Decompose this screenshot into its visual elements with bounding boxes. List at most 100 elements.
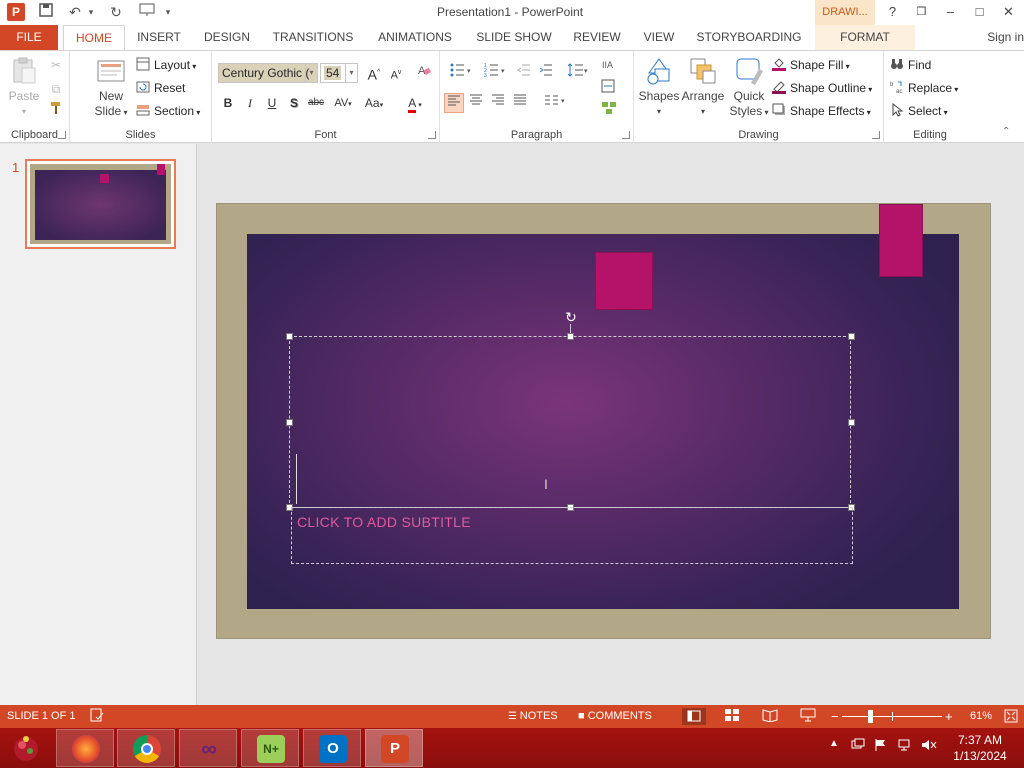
align-left-icon[interactable] <box>444 93 464 113</box>
line-spacing-icon[interactable]: ▾ <box>564 63 592 83</box>
tab-review[interactable]: REVIEW <box>568 25 626 50</box>
arrange-button[interactable]: Arrange ▾ <box>680 55 726 119</box>
sign-in-link[interactable]: Sign in <box>987 25 1024 50</box>
tab-insert[interactable]: INSERT <box>130 25 188 50</box>
tab-slide-show[interactable]: SLIDE SHOW <box>472 25 556 50</box>
shape-outline-button[interactable]: Shape Outline ▾ <box>772 78 872 98</box>
powerpoint-app-icon[interactable]: P <box>7 3 25 21</box>
tab-storyboarding[interactable]: STORYBOARDING <box>694 25 804 50</box>
numbering-icon[interactable]: 1 2 3 ▾ <box>480 63 510 83</box>
subtitle-placeholder[interactable]: CLICK TO ADD SUBTITLE <box>291 507 853 564</box>
shape-fill-button[interactable]: Shape Fill ▾ <box>772 55 850 75</box>
show-hidden-icons-icon[interactable]: ▲ <box>829 738 839 749</box>
replace-button[interactable]: b ac Replace ▾ <box>890 78 958 98</box>
zoom-out-button[interactable]: − <box>831 705 839 728</box>
reading-view-icon[interactable] <box>762 705 778 728</box>
decorative-square-corner[interactable] <box>879 204 923 277</box>
copy-icon[interactable]: ⧉ <box>46 79 66 99</box>
tab-format[interactable]: FORMAT <box>815 25 915 50</box>
shape-effects-button[interactable]: Shape Effects ▾ <box>772 101 871 121</box>
bullets-icon[interactable]: ▾ <box>446 63 476 83</box>
change-case-button[interactable]: Aa▾ <box>360 93 388 113</box>
resize-handle-ne[interactable] <box>848 333 855 340</box>
align-text-icon[interactable] <box>598 79 626 99</box>
tab-view[interactable]: VIEW <box>636 25 682 50</box>
new-slide-button[interactable]: New Slide ▾ <box>90 55 132 120</box>
clear-formatting-icon[interactable]: A <box>414 63 434 83</box>
taskbar-powerpoint[interactable]: P <box>365 729 423 767</box>
collapse-ribbon-icon[interactable]: ⌃ <box>1002 126 1014 138</box>
taskbar-chrome[interactable] <box>117 729 175 767</box>
paste-button[interactable]: Paste ▾ <box>4 55 44 119</box>
zoom-slider-thumb[interactable] <box>868 710 873 723</box>
tab-animations[interactable]: ANIMATIONS <box>370 25 460 50</box>
title-placeholder[interactable] <box>289 336 851 508</box>
undo-dropdown-icon[interactable]: ▾ <box>86 3 96 21</box>
italic-button[interactable]: I <box>240 93 260 113</box>
volume-muted-icon[interactable] <box>921 738 937 755</box>
increase-indent-icon[interactable] <box>536 63 556 83</box>
customize-qat-icon[interactable]: ▾ <box>162 3 174 21</box>
quick-styles-button[interactable]: Quick Styles ▾ <box>726 55 772 120</box>
underline-button[interactable]: U <box>262 93 282 113</box>
network-monitor-icon[interactable] <box>851 738 865 755</box>
shadow-button[interactable]: S <box>284 93 304 113</box>
slide-canvas[interactable]: ↻ I CLICK TO ADD SUBTITLE <box>216 203 991 639</box>
smartart-convert-icon[interactable] <box>598 101 626 121</box>
bold-button[interactable]: B <box>218 93 238 113</box>
save-icon[interactable] <box>36 3 56 21</box>
minimize-button[interactable]: – <box>936 0 965 25</box>
zoom-in-button[interactable]: + <box>945 705 953 728</box>
slideshow-view-icon[interactable] <box>800 705 816 728</box>
columns-icon[interactable]: ▾ <box>540 93 570 113</box>
clipboard-launcher-icon[interactable] <box>58 131 66 139</box>
taskbar-clock[interactable]: 7:37 AM 1/13/2024 <box>948 732 1012 764</box>
resize-handle-nw[interactable] <box>286 333 293 340</box>
font-color-button[interactable]: A ▾ <box>402 93 428 113</box>
tab-file[interactable]: FILE <box>0 25 58 50</box>
network-icon[interactable] <box>898 738 912 755</box>
align-right-icon[interactable] <box>488 93 508 113</box>
reset-button[interactable]: Reset <box>136 78 185 98</box>
shapes-button[interactable]: Shapes ▾ <box>638 55 680 119</box>
layout-button[interactable]: Layout ▾ <box>136 55 196 75</box>
increase-font-size-icon[interactable]: A^ <box>364 63 384 83</box>
resize-handle-e[interactable] <box>848 419 855 426</box>
section-button[interactable]: Section ▾ <box>136 101 200 121</box>
spell-check-icon[interactable] <box>90 705 104 728</box>
start-slideshow-icon[interactable] <box>136 3 158 21</box>
slide-sorter-view-icon[interactable] <box>724 705 740 728</box>
resize-handle-n[interactable] <box>567 333 574 340</box>
close-button[interactable]: ✕ <box>994 0 1023 25</box>
font-size-combo[interactable]: 54 ▾ <box>320 63 358 83</box>
paragraph-launcher-icon[interactable] <box>622 131 630 139</box>
redo-icon[interactable]: ↻ <box>106 3 126 21</box>
find-button[interactable]: Find <box>890 55 931 75</box>
font-name-combo[interactable]: Century Gothic ( ▾ <box>218 63 318 83</box>
taskbar-visual-studio[interactable]: ∞ <box>179 729 237 767</box>
normal-view-button[interactable] <box>682 708 706 725</box>
comments-button[interactable]: ■ COMMENTS <box>578 705 652 728</box>
tab-home[interactable]: HOME <box>63 25 125 51</box>
cut-icon[interactable]: ✂ <box>46 55 66 75</box>
character-spacing-button[interactable]: AV▾ <box>330 93 356 113</box>
action-center-flag-icon[interactable] <box>874 738 888 755</box>
decorative-square-center[interactable] <box>595 252 653 310</box>
select-button[interactable]: Select ▾ <box>890 101 948 121</box>
drawing-launcher-icon[interactable] <box>872 131 880 139</box>
decrease-font-size-icon[interactable]: Av <box>386 63 406 83</box>
font-launcher-icon[interactable] <box>428 131 436 139</box>
maximize-button[interactable]: □ <box>965 0 994 25</box>
taskbar-notepad-plus[interactable]: N+ <box>241 729 299 767</box>
align-center-icon[interactable] <box>466 93 486 113</box>
taskbar-outlook[interactable]: O <box>303 729 361 767</box>
ribbon-display-options-button[interactable]: ❒ <box>907 0 936 25</box>
decrease-indent-icon[interactable] <box>514 63 534 83</box>
resize-handle-w[interactable] <box>286 419 293 426</box>
tab-design[interactable]: DESIGN <box>198 25 256 50</box>
text-direction-icon[interactable]: IIA <box>598 57 626 77</box>
slide-thumbnail-1[interactable] <box>25 159 176 249</box>
notes-button[interactable]: ☰ NOTES <box>508 705 558 728</box>
help-button[interactable]: ? <box>878 0 907 25</box>
font-size-dropdown-icon[interactable]: ▾ <box>345 64 357 82</box>
